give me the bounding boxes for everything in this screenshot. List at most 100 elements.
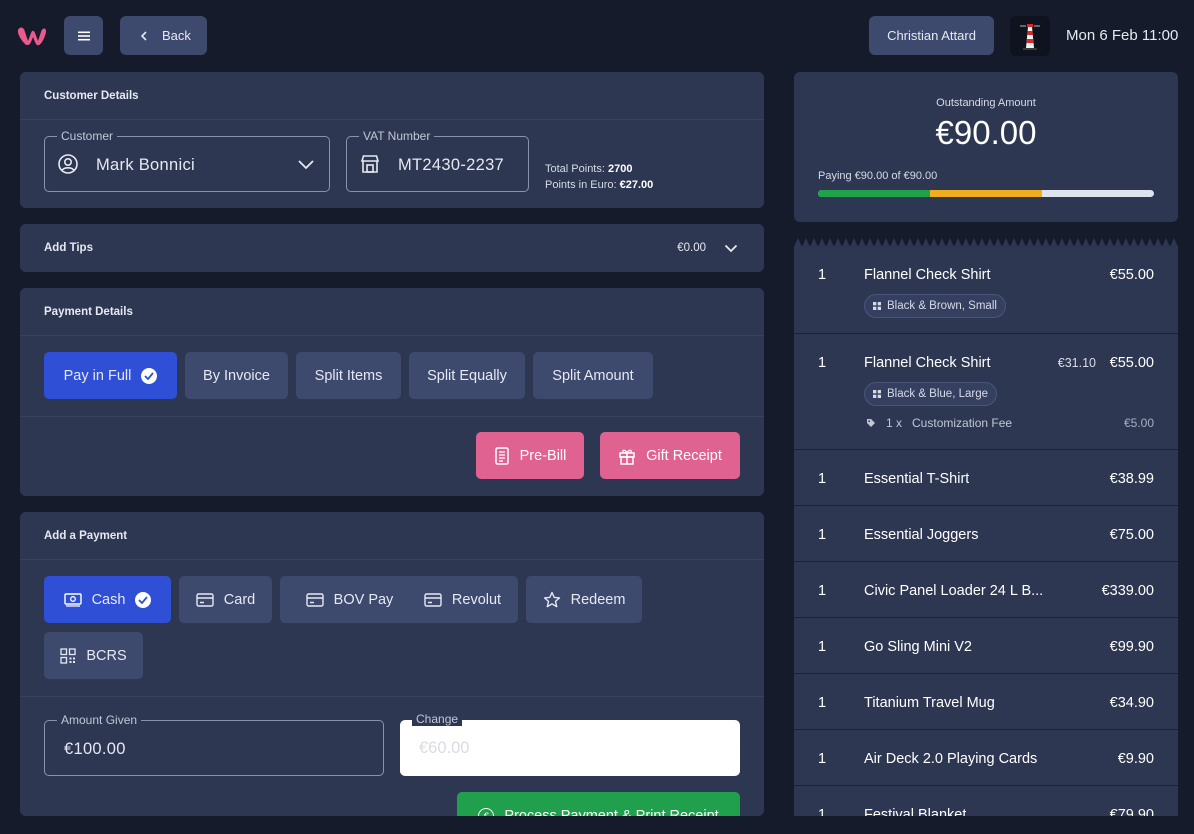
item-name: Air Deck 2.0 Playing Cards: [864, 751, 1038, 767]
credit-card-icon: [305, 592, 324, 607]
bov-pay-method-button[interactable]: BOV Pay: [280, 576, 419, 623]
item-name: Civic Panel Loader 24 L B...: [864, 583, 1044, 599]
list-item[interactable]: 1 Flannel Check Shirt €55.00 Black & Bro…: [794, 246, 1178, 334]
pay-in-full-label: Pay in Full: [63, 367, 132, 384]
variant-tag: Black & Blue, Large: [864, 382, 998, 406]
item-price: €9.90: [1117, 751, 1154, 767]
process-payment-button[interactable]: € Process Payment & Print Receipt: [457, 792, 740, 816]
chevron-down-icon: [298, 160, 314, 170]
list-item[interactable]: 1 Essential T-Shirt €38.99: [794, 450, 1178, 506]
list-item[interactable]: 1 Titanium Travel Mug €34.90: [794, 674, 1178, 730]
bov-pay-label: BOV Pay: [333, 591, 394, 608]
list-item[interactable]: 1 Go Sling Mini V2 €99.90: [794, 618, 1178, 674]
vat-value: MT2430-2237: [398, 156, 505, 174]
item-qty: 1: [818, 695, 827, 711]
process-payment-label: Process Payment & Print Receipt: [504, 807, 719, 817]
grid-icon: [873, 302, 881, 310]
customer-details-title: Customer Details: [20, 72, 764, 120]
item-qty: 1: [818, 639, 827, 655]
fee-price: €5.00: [1123, 416, 1154, 430]
total-points-value: 2700: [607, 163, 633, 175]
list-item[interactable]: 1 Festival Blanket €79.90: [794, 786, 1178, 816]
store-avatar[interactable]: [1010, 16, 1050, 56]
user-name: Christian Attard: [887, 28, 976, 43]
top-bar: Back Christian Attard Mon 6 Feb 11:00: [0, 0, 1194, 72]
progress-segment-green: [818, 190, 930, 197]
split-equally-button[interactable]: Split Equally: [409, 352, 525, 399]
amount-given-legend: Amount Given: [57, 713, 142, 727]
redeem-label: Redeem: [570, 591, 626, 608]
gift-icon: [619, 449, 635, 465]
menu-button[interactable]: [64, 16, 103, 55]
cash-label: Cash: [91, 591, 126, 608]
grid-icon: [873, 390, 881, 398]
item-price: €79.90: [1109, 807, 1154, 816]
date-time: Mon 6 Feb 11:00: [1066, 27, 1179, 44]
item-qty: 1: [818, 355, 827, 371]
item-qty: 1: [818, 267, 827, 283]
outstanding-amount: €90.00: [935, 114, 1037, 151]
change-placeholder: €60.00: [419, 739, 470, 757]
chevron-left-icon: [140, 30, 147, 41]
lighthouse-icon: [1020, 24, 1040, 50]
fee-name: Customization Fee: [912, 416, 1013, 430]
list-item[interactable]: 1 Civic Panel Loader 24 L B... €339.00: [794, 562, 1178, 618]
add-tips-title: Add Tips: [44, 242, 93, 254]
variant-label: Black & Brown, Small: [887, 300, 997, 312]
list-item[interactable]: 1 Flannel Check Shirt €31.10 €55.00 Blac…: [794, 334, 1178, 450]
variant-tag: Black & Brown, Small: [864, 294, 1006, 318]
item-name: Go Sling Mini V2: [864, 639, 972, 655]
cash-method-button[interactable]: Cash: [44, 576, 171, 623]
customer-value: Mark Bonnici: [96, 156, 195, 174]
total-points-label: Total Points:: [545, 163, 605, 175]
amount-given-field[interactable]: Amount Given €100.00: [44, 713, 384, 776]
item-price: €99.90: [1109, 639, 1154, 655]
card-method-button[interactable]: Card: [179, 576, 272, 623]
qr-code-icon: [60, 647, 76, 664]
add-tips-panel[interactable]: Add Tips €0.00: [20, 224, 764, 272]
tips-value: €0.00: [677, 242, 706, 254]
item-name: Festival Blanket: [864, 807, 967, 816]
customer-legend: Customer: [57, 129, 118, 143]
points-info: Total Points: 2700 Points in Euro: €27.0…: [545, 161, 653, 193]
redeem-method-button[interactable]: Redeem: [526, 576, 642, 623]
split-amount-label: Split Amount: [552, 367, 634, 384]
vat-number-field[interactable]: VAT Number MT2430-2237: [346, 129, 529, 192]
item-price: €55.00: [1109, 267, 1154, 283]
split-equally-label: Split Equally: [427, 367, 507, 384]
split-amount-button[interactable]: Split Amount: [533, 352, 653, 399]
customer-details-panel: Customer Details Customer Mark Bonnici V…: [20, 72, 764, 208]
user-button[interactable]: Christian Attard: [869, 16, 994, 55]
cash-icon: [63, 592, 82, 607]
chevron-down-icon[interactable]: [724, 244, 738, 253]
split-items-button[interactable]: Split Items: [296, 352, 401, 399]
credit-card-icon: [424, 592, 442, 607]
pay-in-full-button[interactable]: Pay in Full: [44, 352, 177, 399]
fee-qty: 1 x: [886, 416, 903, 430]
change-field[interactable]: Change €60.00: [400, 712, 740, 776]
credit-card-icon: [196, 592, 214, 607]
pre-bill-button[interactable]: Pre-Bill: [476, 432, 584, 479]
add-payment-panel: Add a Payment Cash Card BOV Pay Revolut …: [20, 512, 764, 816]
list-item[interactable]: 1 Air Deck 2.0 Playing Cards €9.90: [794, 730, 1178, 786]
points-euro-label: Points in Euro:: [545, 179, 617, 191]
gift-receipt-label: Gift Receipt: [646, 447, 722, 464]
store-icon: [360, 155, 380, 173]
fee-line: 1 x Customization Fee: [866, 416, 1012, 430]
split-items-label: Split Items: [314, 367, 383, 384]
bcrs-label: BCRS: [86, 647, 127, 664]
item-name: Titanium Travel Mug: [864, 695, 995, 711]
bcrs-method-button[interactable]: BCRS: [44, 632, 143, 679]
revolut-method-button[interactable]: Revolut: [407, 576, 518, 623]
back-button[interactable]: Back: [120, 16, 207, 55]
paying-text: Paying €90.00 of €90.00: [818, 170, 938, 182]
receipt-icon: [494, 446, 509, 465]
star-icon: [543, 591, 560, 607]
list-item[interactable]: 1 Essential Joggers €75.00: [794, 506, 1178, 562]
progress-segment-yellow: [929, 190, 1043, 197]
customer-select[interactable]: Customer Mark Bonnici: [44, 129, 330, 192]
gift-receipt-button[interactable]: Gift Receipt: [600, 432, 740, 479]
by-invoice-button[interactable]: By Invoice: [185, 352, 288, 399]
amount-given-value: €100.00: [64, 740, 126, 758]
item-price: €55.00: [1109, 355, 1154, 371]
